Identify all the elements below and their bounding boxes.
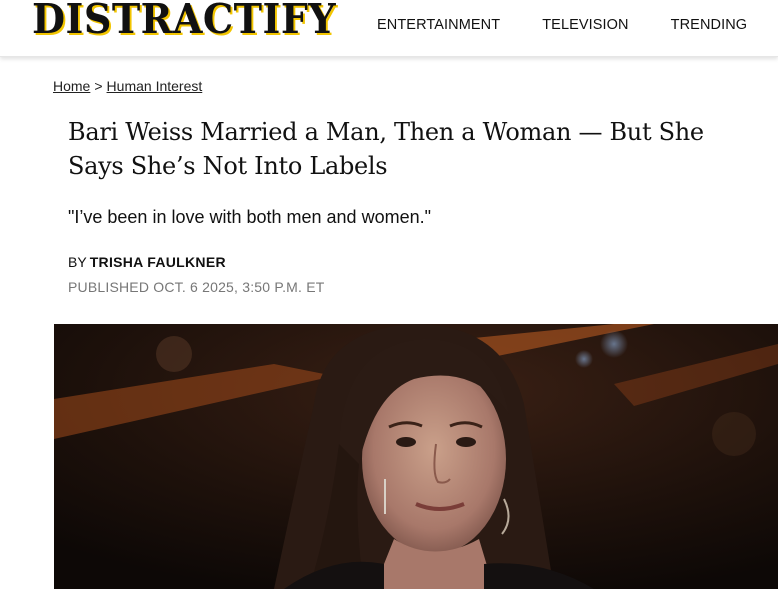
breadcrumb: Home > Human Interest xyxy=(53,78,202,94)
published-date: PUBLISHED OCT. 6 2025, 3:50 P.M. ET xyxy=(68,279,325,295)
nav-item-trending[interactable]: TRENDING xyxy=(671,17,748,33)
hero-image[interactable] xyxy=(54,324,778,589)
breadcrumb-separator: > xyxy=(94,78,103,94)
article-headline: Bari Weiss Married a Man, Then a Woman —… xyxy=(68,118,704,180)
byline-prefix: BY xyxy=(68,254,87,270)
site-header: DISTRACTIFY ENTERTAINMENT TELEVISION TRE… xyxy=(0,0,778,57)
breadcrumb-category-link[interactable]: Human Interest xyxy=(107,78,203,94)
article-dek: "I’ve been in love with both men and wom… xyxy=(68,207,431,227)
nav-item-television[interactable]: TELEVISION xyxy=(542,17,628,33)
author-link[interactable]: TRISHA FAULKNER xyxy=(90,254,226,270)
main-nav: ENTERTAINMENT TELEVISION TRENDING xyxy=(377,17,778,33)
nav-item-entertainment[interactable]: ENTERTAINMENT xyxy=(377,17,500,33)
site-logo[interactable]: DISTRACTIFY xyxy=(32,0,336,42)
article-byline: BY TRISHA FAULKNER xyxy=(68,254,226,270)
woman-portrait-photo xyxy=(54,324,778,589)
breadcrumb-home-link[interactable]: Home xyxy=(53,78,90,94)
